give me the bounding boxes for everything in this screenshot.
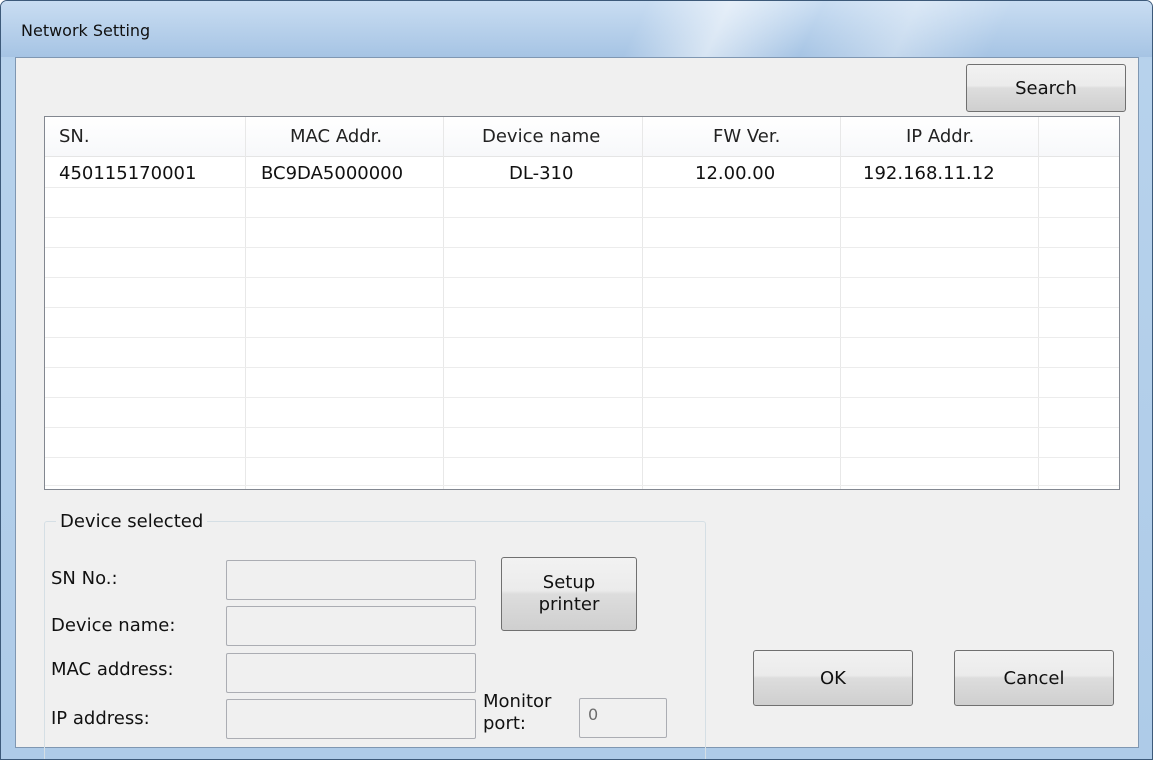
- window-title: Network Setting: [21, 21, 151, 40]
- device-selected-title: Device selected: [56, 511, 208, 532]
- column-header-mac-addr[interactable]: MAC Addr.: [290, 126, 382, 147]
- row-gridline: [45, 367, 1119, 368]
- network-setting-window: Network Setting Search SN. MAC Addr. Dev…: [0, 0, 1153, 760]
- cell-fw-ver: 12.00.00: [695, 163, 776, 184]
- column-header-ip-addr[interactable]: IP Addr.: [906, 126, 974, 147]
- row-gridline: [45, 337, 1119, 338]
- cell-device-name: DL-310: [509, 163, 574, 184]
- row-gridline: [45, 217, 1119, 218]
- cell-ip-addr: 192.168.11.12: [863, 163, 995, 184]
- dialog-body: Search SN. MAC Addr. Device name FW Ver.…: [15, 57, 1139, 759]
- column-separator: [642, 117, 643, 489]
- cancel-button[interactable]: Cancel: [954, 650, 1114, 706]
- column-separator: [1038, 117, 1039, 489]
- device-name-label: Device name:: [51, 615, 176, 636]
- sn-label: SN No.:: [51, 568, 118, 589]
- monitor-port-label-line1: Monitor: [483, 691, 552, 712]
- column-separator: [840, 117, 841, 489]
- column-header-device-name[interactable]: Device name: [482, 126, 600, 147]
- column-header-fw-ver[interactable]: FW Ver.: [713, 126, 780, 147]
- device-name-field[interactable]: [226, 606, 476, 646]
- search-button-label: Search: [1015, 77, 1077, 99]
- column-separator: [443, 117, 444, 489]
- row-gridline: [45, 427, 1119, 428]
- row-gridline: [45, 247, 1119, 248]
- setup-printer-label-line1: Setup: [542, 572, 596, 593]
- monitor-port-label-line2: port:: [483, 713, 526, 734]
- title-bar[interactable]: Network Setting: [1, 1, 1152, 57]
- search-button[interactable]: Search: [966, 64, 1126, 112]
- column-header-sn[interactable]: SN.: [59, 126, 90, 147]
- row-gridline: [45, 277, 1119, 278]
- cancel-button-label: Cancel: [1003, 667, 1065, 689]
- sn-field[interactable]: [226, 560, 476, 600]
- device-list[interactable]: SN. MAC Addr. Device name FW Ver. IP Add…: [44, 116, 1120, 490]
- ip-address-field[interactable]: [226, 699, 476, 739]
- mac-address-field[interactable]: [226, 653, 476, 693]
- row-gridline: [45, 307, 1119, 308]
- mac-address-label: MAC address:: [51, 659, 174, 680]
- setup-printer-label-line2: printer: [538, 594, 600, 615]
- row-gridline: [45, 457, 1119, 458]
- monitor-port-label: Monitor port:: [483, 691, 551, 735]
- row-gridline: [45, 187, 1119, 188]
- ok-button[interactable]: OK: [753, 650, 913, 706]
- device-list-header: SN. MAC Addr. Device name FW Ver. IP Add…: [45, 117, 1119, 157]
- cell-sn: 450115170001: [59, 163, 197, 184]
- column-separator: [245, 117, 246, 489]
- monitor-port-field[interactable]: 0: [579, 698, 667, 738]
- row-gridline: [45, 485, 1119, 486]
- cell-mac-addr: BC9DA5000000: [261, 163, 404, 184]
- ok-button-label: OK: [820, 667, 846, 689]
- setup-printer-button[interactable]: Setup printer: [501, 557, 637, 631]
- ip-address-label: IP address:: [51, 708, 150, 729]
- row-gridline: [45, 397, 1119, 398]
